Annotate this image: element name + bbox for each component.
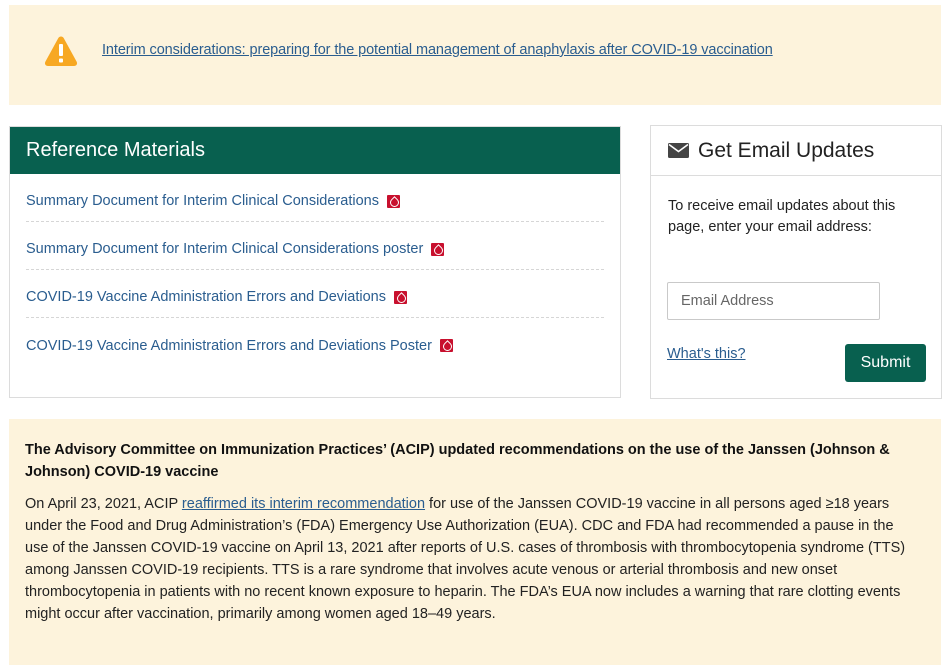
- list-item: COVID-19 Vaccine Administration Errors a…: [26, 270, 604, 318]
- email-field[interactable]: [667, 282, 880, 320]
- pdf-icon: [386, 194, 400, 208]
- reference-materials-title: Reference Materials: [10, 127, 620, 174]
- acip-body-text-start: On April 23, 2021, ACIP: [25, 496, 182, 512]
- alert-banner: Interim considerations: preparing for th…: [9, 5, 941, 105]
- list-item: Summary Document for Interim Clinical Co…: [26, 174, 604, 222]
- email-updates-header: Get Email Updates: [651, 126, 941, 176]
- acip-notice: The Advisory Committee on Immunization P…: [9, 419, 941, 665]
- acip-notice-body: On April 23, 2021, ACIP reaffirmed its i…: [25, 493, 920, 625]
- warning-triangle-icon: [44, 36, 78, 66]
- acip-notice-title: The Advisory Committee on Immunization P…: [25, 442, 890, 480]
- pdf-icon: [431, 242, 445, 256]
- pdf-icon: [393, 290, 407, 304]
- reference-link[interactable]: Summary Document for Interim Clinical Co…: [26, 193, 379, 209]
- whats-this-link[interactable]: What's this?: [667, 346, 746, 362]
- email-updates-title: Get Email Updates: [698, 138, 875, 162]
- reference-materials-list: Summary Document for Interim Clinical Co…: [10, 174, 620, 366]
- envelope-icon: [668, 143, 689, 158]
- submit-button[interactable]: Submit: [845, 344, 926, 382]
- email-updates-description: To receive email updates about this page…: [668, 198, 896, 235]
- reference-link[interactable]: COVID-19 Vaccine Administration Errors a…: [26, 289, 386, 305]
- acip-body-text-rest: for use of the Janssen COVID-19 vaccine …: [25, 496, 906, 622]
- reference-materials-panel: Reference Materials Summary Document for…: [9, 126, 621, 398]
- list-item: Summary Document for Interim Clinical Co…: [26, 222, 604, 270]
- anaphylaxis-considerations-link[interactable]: Interim considerations: preparing for th…: [102, 42, 773, 58]
- reference-link[interactable]: Summary Document for Interim Clinical Co…: [26, 241, 423, 257]
- list-item: COVID-19 Vaccine Administration Errors a…: [26, 318, 604, 366]
- email-updates-panel: Get Email Updates To receive email updat…: [650, 125, 942, 399]
- reference-link[interactable]: COVID-19 Vaccine Administration Errors a…: [26, 338, 432, 354]
- reaffirmed-recommendation-link[interactable]: reaffirmed its interim recommendation: [182, 496, 425, 512]
- pdf-icon: [439, 339, 453, 352]
